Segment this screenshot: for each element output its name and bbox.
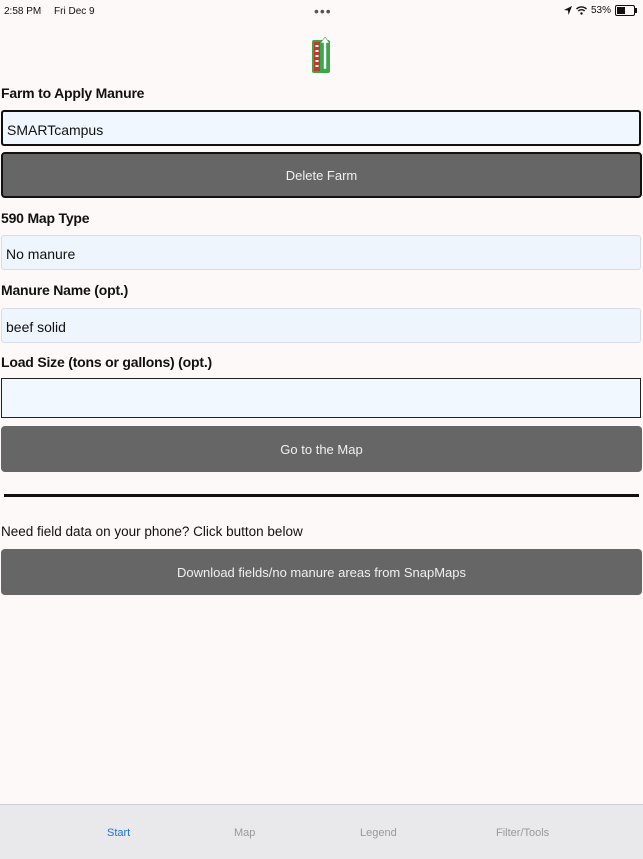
load-size-label: Load Size (tons or gallons) (opt.) xyxy=(1,354,212,370)
multitasking-dots-icon[interactable]: ••• xyxy=(314,3,332,19)
download-prompt: Need field data on your phone? Click but… xyxy=(1,524,303,539)
status-right: 53% xyxy=(563,5,637,16)
tab-filter-tools[interactable]: Filter/Tools xyxy=(496,827,549,839)
status-bar: 2:58 PM Fri Dec 9 ••• 53% xyxy=(0,0,643,22)
manure-name-label: Manure Name (opt.) xyxy=(1,282,129,298)
delete-farm-button[interactable]: Delete Farm xyxy=(1,152,642,198)
map-type-label: 590 Map Type xyxy=(1,210,90,226)
load-size-input[interactable] xyxy=(1,378,641,418)
app-logo-icon xyxy=(312,37,330,73)
go-to-map-button[interactable]: Go to the Map xyxy=(1,426,642,472)
battery-icon xyxy=(615,5,637,16)
tab-start[interactable]: Start xyxy=(107,827,130,839)
location-arrow-icon xyxy=(563,6,572,15)
tab-bar: Start Map Legend Filter/Tools xyxy=(0,804,643,859)
farm-label: Farm to Apply Manure xyxy=(1,85,145,101)
tab-map[interactable]: Map xyxy=(234,827,255,839)
map-type-select[interactable]: No manure xyxy=(1,235,641,270)
tab-legend[interactable]: Legend xyxy=(360,827,397,839)
section-divider xyxy=(4,494,639,497)
status-date: Fri Dec 9 xyxy=(54,6,95,17)
status-left: 2:58 PM Fri Dec 9 xyxy=(4,6,105,17)
download-fields-button[interactable]: Download fields/no manure areas from Sna… xyxy=(1,549,642,595)
wifi-icon xyxy=(575,6,587,15)
status-time: 2:58 PM xyxy=(4,6,42,17)
farm-select[interactable]: SMARTcampus xyxy=(1,110,641,146)
manure-name-select[interactable]: beef solid xyxy=(1,308,641,343)
battery-percent: 53% xyxy=(590,5,611,16)
